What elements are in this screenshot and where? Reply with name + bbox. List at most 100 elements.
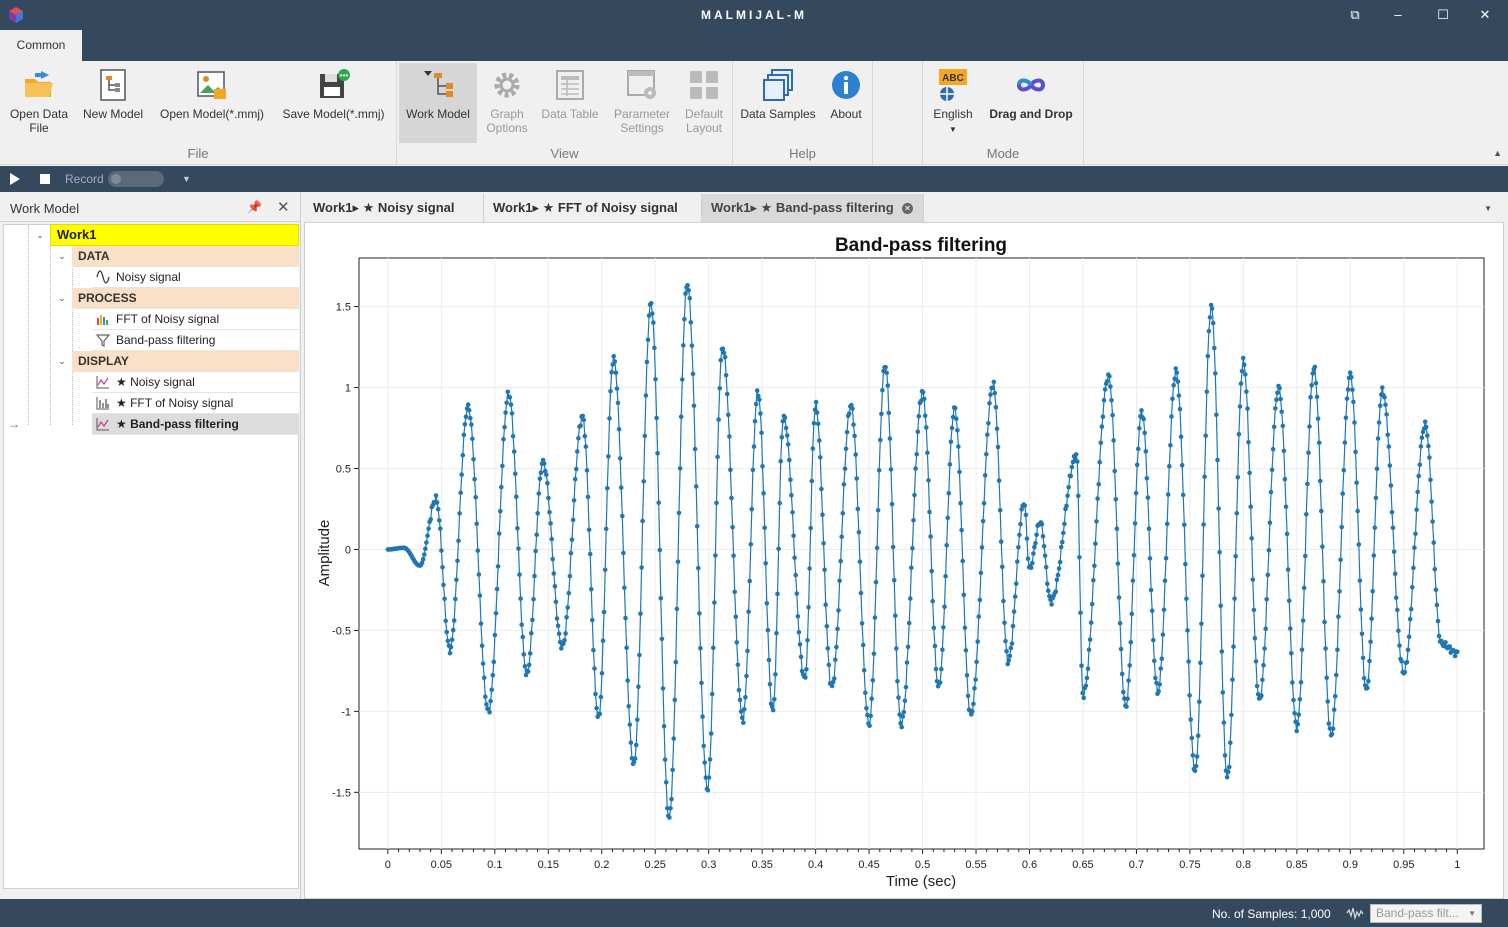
data-point (992, 390, 998, 396)
tree-item-display-noisy[interactable]: ★ Noisy signal (92, 372, 299, 393)
data-point (1212, 345, 1217, 351)
tree-item-display-fft[interactable]: ★ FFT of Noisy signal (92, 393, 299, 414)
play-icon[interactable] (10, 173, 20, 185)
data-point (1336, 614, 1341, 619)
bandpass-chart[interactable]: Band-pass filtering 0 0.05 0.1 0.15 0.2 0.25 0… (305, 223, 1503, 898)
close-icon[interactable]: ✕ (277, 198, 290, 216)
x-tick-label: 0.35 (751, 859, 772, 871)
chart-pane: Band-pass filtering 0 0.05 0.1 0.15 0.2 0.25 0… (304, 222, 1504, 899)
data-point (466, 408, 472, 413)
data-point (490, 672, 496, 678)
close-button[interactable]: ✕ (1470, 3, 1500, 27)
info-icon (832, 71, 860, 99)
data-point (1064, 503, 1069, 509)
tree-node-data[interactable]: DATA (72, 246, 299, 267)
drag-and-drop-button[interactable]: Drag and Drop (983, 63, 1079, 143)
data-point (752, 419, 758, 424)
tree-item-noisy-signal[interactable]: Noisy signal (92, 267, 299, 288)
default-layout-button[interactable]: Default Layout (679, 63, 729, 143)
data-point (484, 702, 489, 707)
data-samples-button[interactable]: Data Samples (737, 63, 819, 143)
data-point (1264, 597, 1269, 602)
data-point (924, 425, 929, 430)
tree-node-process[interactable]: PROCESS (72, 288, 299, 309)
data-point (904, 660, 910, 665)
work-model-button[interactable]: Work Model (399, 63, 477, 143)
tab-common[interactable]: Common (0, 30, 82, 61)
data-point (612, 359, 618, 364)
data-point (1194, 754, 1200, 759)
restore-layout-icon[interactable]: ⧉ (1340, 3, 1370, 27)
maximize-button[interactable]: ☐ (1428, 3, 1458, 27)
tree-node-display[interactable]: DISPLAY (72, 351, 299, 372)
save-model-button[interactable]: ••• Save Model(*.mmj) (276, 63, 391, 143)
data-point (952, 405, 958, 411)
data-point (1366, 678, 1371, 684)
tab-noisy-signal[interactable]: Work1▸ ★ Noisy signal (304, 194, 484, 222)
chevron-down-icon[interactable]: ⌄ (56, 288, 68, 308)
chevron-down-icon[interactable]: ⌄ (56, 351, 68, 371)
data-point (1169, 414, 1174, 419)
data-table-button[interactable]: Data Table (537, 63, 603, 143)
data-point (447, 650, 453, 656)
pin-icon[interactable]: 📌 (247, 200, 262, 214)
record-toggle[interactable] (108, 171, 164, 187)
data-point (544, 472, 549, 477)
display-selector[interactable]: Band-pass filt... ▼ (1370, 904, 1482, 923)
data-point (445, 638, 451, 644)
data-point (1109, 397, 1114, 403)
minimize-button[interactable]: – (1383, 3, 1413, 27)
open-model-button[interactable]: Open Model(*.mmj) (153, 63, 271, 143)
data-point (1216, 506, 1221, 511)
data-point (1041, 543, 1047, 549)
data-point (697, 611, 702, 616)
data-point (423, 546, 428, 552)
new-model-button[interactable]: New Model (78, 63, 148, 143)
chevron-down-icon[interactable]: ▼ (182, 174, 191, 184)
language-dropdown[interactable]: ABC English ▼ (927, 63, 979, 143)
data-point (580, 413, 585, 419)
data-point (527, 651, 533, 656)
chevron-down-icon[interactable]: ⌄ (56, 246, 68, 266)
data-point (787, 457, 792, 463)
data-point (855, 506, 861, 512)
data-point (599, 671, 605, 676)
data-point (1269, 467, 1275, 473)
graph-options-button[interactable]: Graph Options (479, 63, 535, 143)
data-point (450, 627, 456, 633)
chevron-down-icon[interactable]: ▼ (1484, 204, 1492, 213)
data-point (1340, 491, 1345, 496)
parameter-settings-button[interactable]: Parameter Settings (607, 63, 677, 143)
tree-item-bandpass[interactable]: Band-pass filtering (92, 330, 299, 351)
data-point (1388, 483, 1394, 488)
chevron-down-icon[interactable]: ⌄ (34, 225, 46, 245)
stop-icon[interactable] (40, 174, 50, 184)
tab-bandpass[interactable]: Work1▸ ★ Band-pass filtering ✕ (702, 194, 924, 222)
data-point (1277, 385, 1282, 391)
data-point (1008, 645, 1014, 651)
tab-fft[interactable]: Work1▸ ★ FFT of Noisy signal (484, 194, 702, 222)
data-point (821, 541, 826, 546)
data-point (648, 301, 654, 306)
collapse-ribbon-icon[interactable]: ▲ (1493, 148, 1502, 158)
data-point (1178, 434, 1184, 439)
tree-item-display-bandpass[interactable]: ★ Band-pass filtering (92, 414, 299, 435)
data-point (1126, 678, 1131, 683)
data-point (1098, 440, 1104, 446)
close-tab-icon[interactable]: ✕ (902, 203, 913, 214)
data-point (1316, 440, 1322, 446)
y-axis-label: Amplitude (316, 520, 333, 587)
data-point (551, 571, 557, 576)
data-point (1148, 587, 1154, 593)
data-point (1297, 696, 1303, 702)
data-point (514, 494, 519, 500)
tree-item-fft[interactable]: FFT of Noisy signal (92, 309, 299, 330)
data-point (933, 666, 939, 672)
data-point (970, 709, 975, 714)
data-point (750, 467, 756, 473)
data-point (1282, 476, 1288, 482)
tree-node-work1[interactable]: Work1 (50, 224, 299, 246)
about-button[interactable]: About (823, 63, 869, 143)
data-point (1018, 521, 1023, 527)
open-data-file-button[interactable]: Open Data File (4, 63, 74, 143)
